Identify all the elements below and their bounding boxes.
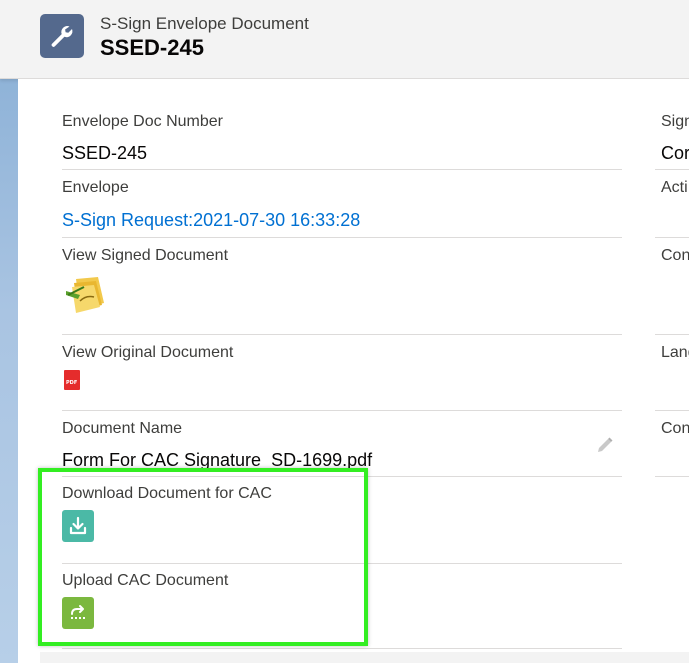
field-value[interactable]: SSED-245: [62, 143, 147, 164]
field-label: Document Name: [62, 420, 183, 437]
field-view-signed-document: View Signed Document: [62, 237, 622, 335]
right-field-5: Con: [655, 410, 689, 477]
field-label: Con: [661, 420, 689, 437]
right-field-2: Acti: [655, 169, 689, 238]
background-strip: [0, 78, 18, 663]
record-title: SSED-245: [100, 35, 204, 60]
field-document-name: Document Name Form For CAC Signature_SD-…: [62, 410, 622, 477]
record-header: S-Sign Envelope Document SSED-245: [0, 0, 689, 79]
field-envelope-doc-number: Envelope Doc Number SSED-245: [62, 101, 622, 170]
field-label: View Signed Document: [62, 247, 229, 264]
right-field-4: Lang: [655, 334, 689, 411]
field-view-original-document: View Original Document PDF: [62, 334, 622, 411]
field-value: Cor: [661, 143, 689, 163]
wrench-icon: [40, 14, 84, 58]
bottom-bar: [40, 652, 689, 663]
pencil-icon[interactable]: [596, 436, 614, 459]
field-label: Lang: [661, 344, 689, 361]
right-field-1: Sign Cor: [655, 101, 689, 170]
envelope-link[interactable]: S-Sign Request:2021-07-30 16:33:28: [62, 210, 360, 231]
field-label: Envelope: [62, 179, 129, 196]
field-label: Acti: [661, 179, 688, 196]
highlight-box: [38, 468, 368, 646]
signed-document-icon[interactable]: [62, 269, 108, 320]
right-field-3: Con: [655, 237, 689, 335]
field-label: Con: [661, 247, 689, 264]
field-label: View Original Document: [62, 344, 234, 361]
pdf-icon[interactable]: PDF: [64, 370, 80, 390]
field-label: Envelope Doc Number: [62, 113, 223, 130]
field-envelope: Envelope S-Sign Request:2021-07-30 16:33…: [62, 169, 622, 238]
field-label: Sign: [661, 113, 689, 130]
object-type-label: S-Sign Envelope Document: [100, 14, 309, 33]
